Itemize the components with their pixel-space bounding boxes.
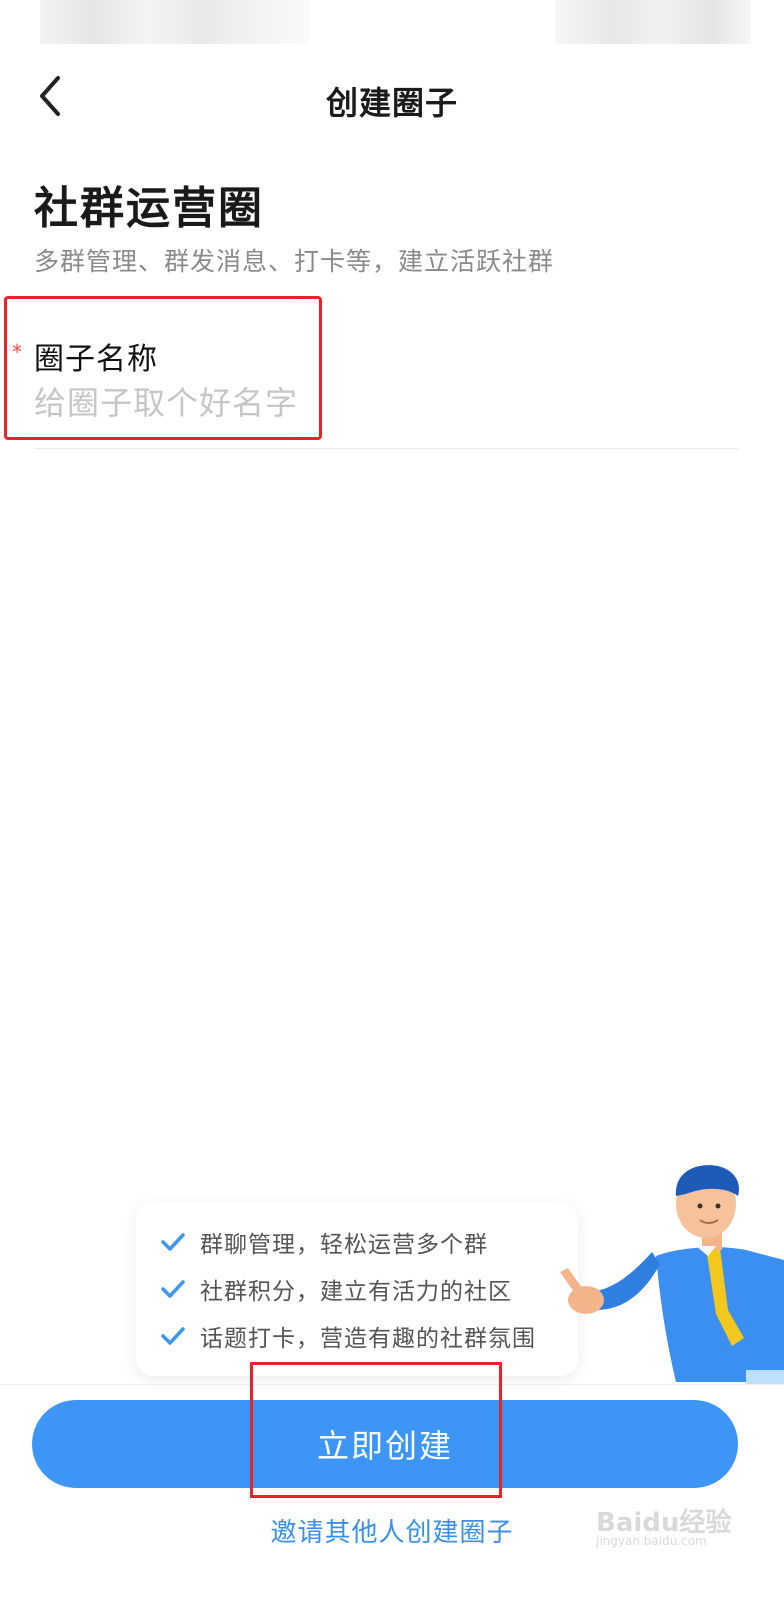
feature-text: 话题打卡，营造有趣的社群氛围 [200, 1326, 536, 1352]
baidu-watermark: Baidu经验 jingyan.baidu.com [590, 1498, 740, 1548]
status-bar-blur-left [40, 0, 310, 44]
check-icon [161, 1327, 185, 1345]
status-bar [0, 0, 784, 44]
circle-type-title: 社群运营圈 [34, 183, 264, 234]
feature-item: 社群积分，建立有活力的社区 [160, 1273, 512, 1305]
features-card: 群聊管理，轻松运营多个群 社群积分，建立有活力的社区 话题打卡，营造有趣的社群氛… [136, 1202, 578, 1376]
nav-bar: 创建圈子 [0, 60, 784, 132]
feature-item: 话题打卡，营造有趣的社群氛围 [160, 1320, 536, 1352]
feature-text: 社群积分，建立有活力的社区 [200, 1279, 512, 1305]
bottom-divider [0, 1384, 784, 1385]
field-divider [34, 448, 738, 449]
feature-item: 群聊管理，轻松运营多个群 [160, 1226, 488, 1258]
create-now-button[interactable]: 立即创建 [32, 1400, 738, 1488]
check-icon [161, 1233, 185, 1251]
circle-name-field: * 圈子名称 [0, 300, 750, 450]
check-icon [161, 1280, 185, 1298]
page-title: 创建圈子 [325, 84, 458, 122]
feature-text: 群聊管理，轻松运营多个群 [200, 1232, 488, 1258]
circle-name-input[interactable] [34, 378, 734, 428]
circle-type-description: 多群管理、群发消息、打卡等，建立活跃社群 [34, 247, 555, 276]
watermark-subtext: jingyan.baidu.com [596, 1534, 707, 1548]
required-mark: * [12, 340, 22, 364]
status-bar-blur-right [555, 0, 750, 44]
circle-name-label: 圈子名称 [34, 342, 158, 377]
create-circle-page: 创建圈子 社群运营圈 多群管理、群发消息、打卡等，建立活跃社群 * 圈子名称 群… [0, 0, 784, 1600]
businessman-illustration [560, 1165, 784, 1384]
